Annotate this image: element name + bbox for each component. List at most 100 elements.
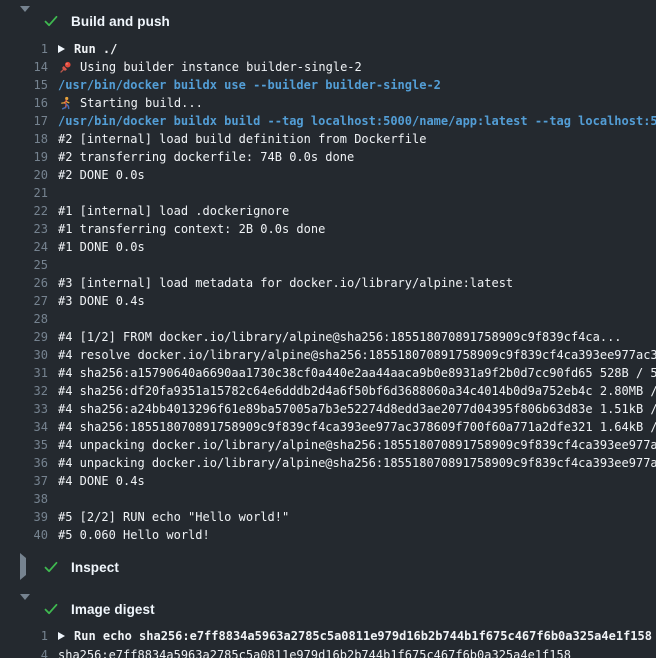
line-number[interactable]: 14	[0, 60, 48, 74]
log-text: Starting build...	[58, 96, 203, 111]
log-text-content: #4 DONE 0.4s	[58, 474, 145, 488]
log-line[interactable]: 39 #5 [2/2] RUN echo "Hello world!"	[0, 508, 656, 526]
expand-group-arrow-icon[interactable]	[58, 632, 65, 640]
line-number[interactable]: 1	[0, 629, 48, 643]
log-line[interactable]: 14 Using builder instance builder-single-…	[0, 58, 656, 76]
log-text-content: #2 [internal] load build definition from…	[58, 132, 426, 146]
line-number[interactable]: 35	[0, 438, 48, 452]
line-number[interactable]: 38	[0, 492, 48, 506]
log-text: /usr/bin/docker buildx build --tag local…	[58, 114, 656, 128]
log-line[interactable]: 28	[0, 310, 656, 328]
line-number[interactable]: 33	[0, 402, 48, 416]
expand-group-arrow-icon[interactable]	[58, 45, 65, 53]
line-number[interactable]: 30	[0, 348, 48, 362]
log-text: Run ./	[58, 42, 117, 56]
line-number[interactable]: 40	[0, 528, 48, 542]
line-number[interactable]: 18	[0, 132, 48, 146]
log-line[interactable]: 15/usr/bin/docker buildx use --builder b…	[0, 76, 656, 94]
line-number[interactable]: 22	[0, 204, 48, 218]
log-text-content: #3 DONE 0.4s	[58, 294, 145, 308]
step-title: Image digest	[71, 602, 155, 617]
log-line[interactable]: 29 #4 [1/2] FROM docker.io/library/alpine…	[0, 328, 656, 346]
line-number[interactable]: 17	[0, 114, 48, 128]
log-text-content: #4 unpacking docker.io/library/alpine@sh…	[58, 456, 656, 470]
log-text: #4 resolve docker.io/library/alpine@sha2…	[58, 348, 656, 362]
line-number[interactable]: 28	[0, 312, 48, 326]
step-section-image-digest: Image digest 1 Run echo sha256:e7ff8834a5…	[0, 596, 656, 658]
log-text: #2 DONE 0.0s	[58, 168, 145, 182]
chevron-down-icon[interactable]	[20, 600, 31, 618]
log-line[interactable]: 35 #4 unpacking docker.io/library/alpine@…	[0, 436, 656, 454]
line-number[interactable]: 23	[0, 222, 48, 236]
log-text-content: Using builder instance builder-single-2	[80, 60, 362, 74]
log-image-digest: 1 Run echo sha256:e7ff8834a5963a2785c5a08…	[0, 626, 656, 658]
chevron-down-icon[interactable]	[20, 12, 31, 30]
log-line[interactable]: 34 #4 sha256:185518070891758909c9f839cf4c…	[0, 418, 656, 436]
line-number[interactable]: 16	[0, 96, 48, 110]
log-text-content: #4 [1/2] FROM docker.io/library/alpine@s…	[58, 330, 622, 344]
log-line[interactable]: 27 #3 DONE 0.4s	[0, 292, 656, 310]
log-line[interactable]: 31 #4 sha256:a15790640a6690aa1730c38cf0a4…	[0, 364, 656, 382]
line-number[interactable]: 20	[0, 168, 48, 182]
log-text: Run echo sha256:e7ff8834a5963a2785c5a081…	[58, 629, 652, 643]
log-text: #2 transferring dockerfile: 74B 0.0s don…	[58, 150, 354, 164]
log-text-content: #4 sha256:a24bb4013296f61e89ba57005a7b3e…	[58, 402, 656, 416]
log-line[interactable]: 23#1 transferring context: 2B 0.0s done	[0, 220, 656, 238]
log-build-and-push: 1 Run ./ 14 Using builder instance builder-…	[0, 40, 656, 544]
line-number[interactable]: 31	[0, 366, 48, 380]
log-text: sha256:e7ff8834a5963a2785c5a0811e979d16b…	[58, 648, 571, 658]
line-number[interactable]: 34	[0, 420, 48, 434]
log-line[interactable]: 1 Run echo sha256:e7ff8834a5963a2785c5a08…	[0, 626, 656, 645]
log-line[interactable]: 30 #4 resolve docker.io/library/alpine@sh…	[0, 346, 656, 364]
line-number[interactable]: 26	[0, 276, 48, 290]
log-line[interactable]: 20 #2 DONE 0.0s	[0, 166, 656, 184]
line-number[interactable]: 25	[0, 258, 48, 272]
line-number[interactable]: 1	[0, 42, 48, 56]
log-text: #1 DONE 0.0s	[58, 240, 145, 254]
log-line[interactable]: 18 #2 [internal] load build definition fr…	[0, 130, 656, 148]
line-number[interactable]: 15	[0, 78, 48, 92]
log-line[interactable]: 40 #5 0.060 Hello world!	[0, 526, 656, 544]
log-line[interactable]: 1 Run ./	[0, 40, 656, 58]
log-line[interactable]: 26#3 [internal] load metadata for docker…	[0, 274, 656, 292]
step-header-build-and-push[interactable]: Build and push	[0, 8, 656, 34]
log-line[interactable]: 17/usr/bin/docker buildx build --tag loc…	[0, 112, 656, 130]
line-number[interactable]: 21	[0, 186, 48, 200]
chevron-right-icon[interactable]	[20, 558, 31, 576]
log-text: #4 DONE 0.4s	[58, 474, 145, 488]
log-line[interactable]: 32 #4 sha256:df20fa9351a15782c64e6dddb2d4…	[0, 382, 656, 400]
log-line[interactable]: 21	[0, 184, 656, 202]
line-number[interactable]: 24	[0, 240, 48, 254]
line-number[interactable]: 4	[0, 648, 48, 658]
log-line[interactable]: 25	[0, 256, 656, 274]
log-line[interactable]: 37 #4 DONE 0.4s	[0, 472, 656, 490]
log-line[interactable]: 4 sha256:e7ff8834a5963a2785c5a0811e979d16…	[0, 645, 656, 658]
log-text-content: #4 sha256:a15790640a6690aa1730c38cf0a440…	[58, 366, 656, 380]
line-number[interactable]: 27	[0, 294, 48, 308]
log-line[interactable]: 33 #4 sha256:a24bb4013296f61e89ba57005a7b…	[0, 400, 656, 418]
log-line[interactable]: 36 #4 unpacking docker.io/library/alpine@…	[0, 454, 656, 472]
log-line[interactable]: 22#1 [internal] load .dockerignore	[0, 202, 656, 220]
log-text-content: #4 sha256:df20fa9351a15782c64e6dddb2d4a6…	[58, 384, 656, 398]
log-text: #4 unpacking docker.io/library/alpine@sh…	[58, 438, 656, 452]
line-number[interactable]: 32	[0, 384, 48, 398]
line-number[interactable]: 37	[0, 474, 48, 488]
log-text-content: Run echo sha256:e7ff8834a5963a2785c5a081…	[74, 629, 652, 643]
log-text: #5 0.060 Hello world!	[58, 528, 210, 542]
log-text-content: /usr/bin/docker buildx build --tag local…	[58, 114, 656, 128]
log-line[interactable]: 38	[0, 490, 656, 508]
log-text-content: #2 transferring dockerfile: 74B 0.0s don…	[58, 150, 354, 164]
log-text: #5 [2/2] RUN echo "Hello world!"	[58, 510, 289, 524]
log-line[interactable]: 19 #2 transferring dockerfile: 74B 0.0s d…	[0, 148, 656, 166]
step-header-image-digest[interactable]: Image digest	[0, 596, 656, 622]
log-line[interactable]: 24 #1 DONE 0.0s	[0, 238, 656, 256]
line-number[interactable]: 36	[0, 456, 48, 470]
log-text: #4 sha256:a15790640a6690aa1730c38cf0a440…	[58, 366, 656, 380]
step-header-inspect[interactable]: Inspect	[0, 554, 656, 580]
line-number[interactable]: 39	[0, 510, 48, 524]
line-number[interactable]: 19	[0, 150, 48, 164]
log-text-content: Run ./	[74, 42, 117, 56]
log-line[interactable]: 16 Starting build...	[0, 94, 656, 112]
line-number[interactable]: 29	[0, 330, 48, 344]
log-text-content: #4 sha256:185518070891758909c9f839cf4ca3…	[58, 420, 656, 434]
